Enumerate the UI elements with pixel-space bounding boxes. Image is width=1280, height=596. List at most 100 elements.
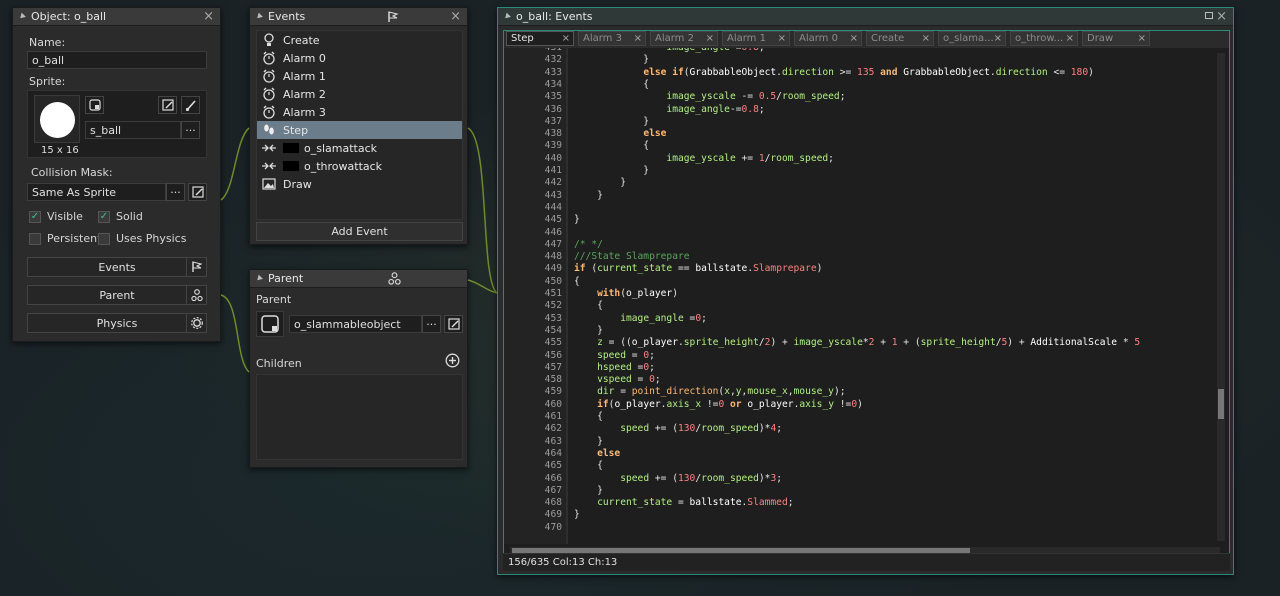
connector-parent-code xyxy=(467,279,498,294)
close-tab-icon[interactable]: × xyxy=(1138,33,1146,44)
add-event-label: Add Event xyxy=(331,225,388,238)
event-step[interactable]: Step xyxy=(257,121,462,139)
tab-alarm-1[interactable]: Alarm 1 × xyxy=(722,31,790,46)
event-collision-slamattack[interactable]: o_slamattack xyxy=(257,139,462,157)
parent-object-value: o_slammableobject xyxy=(294,317,401,331)
sprite-select-field[interactable]: s_ball xyxy=(85,121,181,139)
restore-icon[interactable] xyxy=(1205,12,1213,19)
alarm-clock-icon xyxy=(261,50,277,66)
parent-button[interactable]: Parent xyxy=(27,285,207,305)
line-number: 465 xyxy=(544,460,562,472)
close-tab-icon[interactable]: × xyxy=(562,33,570,44)
event-alarm-1[interactable]: Alarm 1 xyxy=(257,67,462,85)
close-tab-icon[interactable]: × xyxy=(922,33,930,44)
parent-browse-button[interactable]: ··· xyxy=(422,315,441,333)
line-number: 453 xyxy=(544,312,562,324)
events-button[interactable]: Events xyxy=(27,257,207,277)
collision-edit-button[interactable] xyxy=(188,183,207,201)
collapse-icon[interactable] xyxy=(255,274,263,283)
tab-throwattack[interactable]: o_throw... × xyxy=(1010,31,1078,46)
sprite-preview[interactable] xyxy=(34,95,80,143)
code-area[interactable]: 4314324334344354364374384394404414424434… xyxy=(504,48,1216,544)
tab-draw[interactable]: Draw × xyxy=(1082,31,1150,46)
sprite-value: s_ball xyxy=(90,123,122,137)
parent-object-thumbnail[interactable] xyxy=(256,311,284,337)
line-number: 462 xyxy=(544,423,562,435)
add-event-button[interactable]: Add Event xyxy=(256,222,463,241)
uses-physics-checkbox[interactable] xyxy=(98,232,110,245)
tab-create[interactable]: Create × xyxy=(866,31,934,46)
event-label: Step xyxy=(283,123,309,137)
collapse-icon[interactable] xyxy=(255,12,263,21)
close-tab-icon[interactable]: × xyxy=(634,33,642,44)
close-tab-icon[interactable]: × xyxy=(1066,33,1074,44)
close-icon[interactable]: × xyxy=(1216,9,1227,25)
event-label: Draw xyxy=(283,177,312,191)
vertical-scrollbar[interactable] xyxy=(1217,53,1225,541)
close-tab-icon[interactable]: × xyxy=(994,33,1002,44)
vertical-scroll-thumb[interactable] xyxy=(1218,389,1224,419)
parent-object-field[interactable]: o_slammableobject xyxy=(289,315,422,333)
code-line: } xyxy=(574,214,580,226)
code-line: } xyxy=(574,177,626,189)
line-number: 467 xyxy=(544,484,562,496)
add-child-icon[interactable] xyxy=(445,353,460,368)
solid-option[interactable]: ✓ Solid xyxy=(98,210,143,223)
collision-mask-field[interactable]: Same As Sprite xyxy=(27,183,166,201)
tab-slamattack[interactable]: o_slama... × xyxy=(938,31,1006,46)
code-line: { xyxy=(574,411,603,422)
object-window-titlebar[interactable]: Object: o_ball × xyxy=(13,8,220,26)
tab-step[interactable]: Step × xyxy=(506,31,574,46)
sprite-browse-button[interactable]: ··· xyxy=(181,121,200,139)
event-create[interactable]: Create xyxy=(257,31,462,49)
gear-icon xyxy=(190,317,203,329)
object-icon xyxy=(261,315,279,333)
event-collision-throwattack[interactable]: o_throwattack xyxy=(257,157,462,175)
line-number: 449 xyxy=(544,263,562,275)
collapse-icon[interactable] xyxy=(503,12,511,21)
collapse-icon[interactable] xyxy=(18,12,26,21)
code-window-titlebar[interactable]: o_ball: Events × xyxy=(498,8,1233,26)
children-label: Children xyxy=(256,357,302,370)
event-alarm-3[interactable]: Alarm 3 xyxy=(257,103,462,121)
tab-alarm-3[interactable]: Alarm 3 × xyxy=(578,31,646,46)
parent-window-title: Parent xyxy=(268,272,304,285)
visible-checkbox[interactable]: ✓ xyxy=(29,210,41,223)
close-tab-icon[interactable]: × xyxy=(850,33,858,44)
fold-margin xyxy=(566,48,568,544)
tab-alarm-2[interactable]: Alarm 2 × xyxy=(650,31,718,46)
code-line: { xyxy=(574,140,650,152)
sprite-panel: 15 x 16 s_ball ··· xyxy=(27,90,207,158)
new-sprite-button[interactable] xyxy=(85,96,104,114)
uses-physics-option[interactable]: Uses Physics xyxy=(98,232,186,245)
solid-checkbox[interactable]: ✓ xyxy=(98,210,110,223)
persistent-option[interactable]: Persistent xyxy=(29,232,101,245)
close-icon[interactable]: × xyxy=(450,9,461,25)
line-number: 452 xyxy=(544,300,562,312)
code-line: else xyxy=(597,447,621,459)
paint-sprite-button[interactable] xyxy=(181,96,200,114)
collision-browse-button[interactable]: ··· xyxy=(166,183,185,201)
close-icon[interactable]: × xyxy=(203,9,214,25)
line-number: 466 xyxy=(544,472,562,484)
edit-sprite-button[interactable] xyxy=(158,96,177,114)
line-number: 435 xyxy=(544,91,562,103)
name-field[interactable]: o_ball xyxy=(27,51,207,69)
event-draw[interactable]: Draw xyxy=(257,175,462,193)
events-window-titlebar[interactable]: Events × xyxy=(250,8,467,26)
event-alarm-0[interactable]: Alarm 0 xyxy=(257,49,462,67)
visible-option[interactable]: ✓ Visible xyxy=(29,210,83,223)
parent-edit-button[interactable] xyxy=(444,315,463,333)
tab-alarm-0[interactable]: Alarm 0 × xyxy=(794,31,862,46)
parent-window-titlebar[interactable]: Parent xyxy=(250,270,467,288)
close-tab-icon[interactable]: × xyxy=(778,33,786,44)
event-alarm-2[interactable]: Alarm 2 xyxy=(257,85,462,103)
code-line: image_angle-=0.8; xyxy=(666,103,765,115)
persistent-checkbox[interactable] xyxy=(29,232,41,245)
children-list xyxy=(256,374,463,460)
sprite-size: 15 x 16 xyxy=(41,145,79,156)
code-line: hspeed =0; xyxy=(597,361,655,373)
close-tab-icon[interactable]: × xyxy=(706,33,714,44)
line-number: 437 xyxy=(544,115,562,127)
physics-button[interactable]: Physics xyxy=(27,313,207,333)
